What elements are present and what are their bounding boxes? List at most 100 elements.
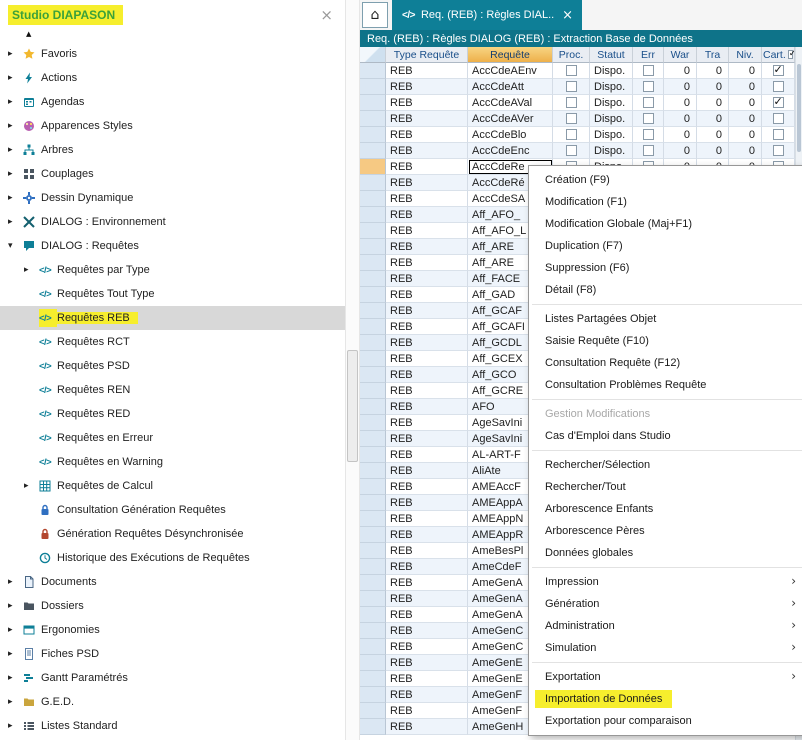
sidebar-item-dessin-dynamique[interactable]: ▸Dessin Dynamique [0, 186, 345, 210]
cell-niv[interactable]: 0 [729, 95, 762, 111]
sidebar-item-dialog-requetes[interactable]: ▾DIALOG : Requêtes [0, 234, 345, 258]
cell-type-requete[interactable]: REB [386, 655, 468, 671]
row-selector[interactable] [360, 399, 386, 415]
cell-type-requete[interactable]: REB [386, 207, 468, 223]
row-selector[interactable] [360, 591, 386, 607]
cell-niv[interactable]: 0 [729, 127, 762, 143]
home-button[interactable]: ⌂ [362, 2, 388, 28]
cell-type-requete[interactable]: REB [386, 287, 468, 303]
sidebar-item-g-e-d[interactable]: ▸G.E.D. [0, 690, 345, 714]
chevron-collapsed-icon[interactable]: ▸ [8, 721, 23, 731]
chevron-collapsed-icon[interactable]: ▸ [8, 73, 23, 83]
cell-type-requete[interactable]: REB [386, 479, 468, 495]
cell-type-requete[interactable]: REB [386, 351, 468, 367]
sidebar-item-gantt-parametres[interactable]: ▸Gantt Paramétrés [0, 666, 345, 690]
cell-type-requete[interactable]: REB [386, 687, 468, 703]
row-selector[interactable] [360, 543, 386, 559]
sidebar-item-generation-requetes-desynchronisee[interactable]: Génération Requêtes Désynchronisée [0, 522, 345, 546]
cell-proc[interactable] [553, 143, 590, 159]
cell-statut[interactable]: Dispo. [590, 111, 633, 127]
cell-type-requete[interactable]: REB [386, 447, 468, 463]
cell-err[interactable] [633, 143, 664, 159]
chevron-collapsed-icon[interactable]: ▸ [8, 193, 23, 203]
cell-type-requete[interactable]: REB [386, 559, 468, 575]
cell-statut[interactable]: Dispo. [590, 95, 633, 111]
menu-item-rechercher-selection[interactable]: Rechercher/Sélection [529, 454, 802, 476]
cart-checkbox[interactable] [773, 81, 784, 92]
cell-war[interactable]: 0 [664, 143, 697, 159]
cell-requete[interactable]: AccCdeAVer [468, 111, 553, 127]
tree-scroll-up-icon[interactable]: ▲ [0, 30, 345, 42]
row-selector[interactable] [360, 223, 386, 239]
cell-type-requete[interactable]: REB [386, 319, 468, 335]
cell-type-requete[interactable]: REB [386, 639, 468, 655]
chevron-collapsed-icon[interactable]: ▸ [8, 217, 23, 227]
row-selector[interactable] [360, 271, 386, 287]
proc-checkbox[interactable] [566, 129, 577, 140]
cell-cart[interactable] [762, 63, 795, 79]
chevron-collapsed-icon[interactable]: ▸ [8, 625, 23, 635]
row-selector[interactable] [360, 191, 386, 207]
cell-type-requete[interactable]: REB [386, 255, 468, 271]
row-selector[interactable] [360, 127, 386, 143]
sidebar-item-requetes-par-type[interactable]: ▸</>Requêtes par Type [0, 258, 345, 282]
column-header-err[interactable]: Err [633, 47, 664, 63]
proc-checkbox[interactable] [566, 65, 577, 76]
cell-war[interactable]: 0 [664, 63, 697, 79]
cell-type-requete[interactable]: REB [386, 63, 468, 79]
menu-item-detail-f8[interactable]: Détail (F8) [529, 279, 802, 301]
proc-checkbox[interactable] [566, 145, 577, 156]
row-selector[interactable] [360, 95, 386, 111]
chevron-collapsed-icon[interactable]: ▸ [8, 169, 23, 179]
cell-niv[interactable]: 0 [729, 111, 762, 127]
cell-err[interactable] [633, 95, 664, 111]
cell-type-requete[interactable]: REB [386, 239, 468, 255]
cell-war[interactable]: 0 [664, 95, 697, 111]
row-selector[interactable] [360, 159, 386, 175]
sidebar-item-ergonomies[interactable]: ▸Ergonomies [0, 618, 345, 642]
column-header-cart[interactable]: Cart. [762, 47, 795, 63]
cell-type-requete[interactable]: REB [386, 367, 468, 383]
tab-close-icon[interactable]: × [562, 8, 573, 23]
cell-type-requete[interactable]: REB [386, 223, 468, 239]
cell-statut[interactable]: Dispo. [590, 79, 633, 95]
menu-item-arborescence-peres[interactable]: Arborescence Pères [529, 520, 802, 542]
cart-checkbox[interactable] [773, 129, 784, 140]
menu-item-duplication-f7[interactable]: Duplication (F7) [529, 235, 802, 257]
column-header-requete[interactable]: Requête [468, 47, 553, 63]
cell-type-requete[interactable]: REB [386, 127, 468, 143]
menu-item-saisie-requete-f10[interactable]: Saisie Requête (F10) [529, 330, 802, 352]
chevron-collapsed-icon[interactable]: ▸ [24, 481, 39, 491]
cell-requete[interactable]: AccCdeBlo [468, 127, 553, 143]
chevron-expanded-icon[interactable]: ▾ [8, 241, 23, 251]
menu-item-creation-f9[interactable]: Création (F9) [529, 169, 802, 191]
cell-tra[interactable]: 0 [697, 127, 729, 143]
cell-type-requete[interactable]: REB [386, 671, 468, 687]
cell-cart[interactable] [762, 111, 795, 127]
cell-statut[interactable]: Dispo. [590, 127, 633, 143]
cell-proc[interactable] [553, 95, 590, 111]
row-selector[interactable] [360, 463, 386, 479]
sidebar-item-requetes-de-calcul[interactable]: ▸Requêtes de Calcul [0, 474, 345, 498]
sidebar-item-historique-des-executions-de-requetes[interactable]: Historique des Exécutions de Requêtes [0, 546, 345, 570]
row-selector[interactable] [360, 607, 386, 623]
row-selector[interactable] [360, 79, 386, 95]
sidebar-item-consultation-generation-requetes[interactable]: Consultation Génération Requêtes [0, 498, 345, 522]
cell-proc[interactable] [553, 111, 590, 127]
cart-checkbox[interactable] [773, 145, 784, 156]
chevron-collapsed-icon[interactable]: ▸ [8, 97, 23, 107]
cell-statut[interactable]: Dispo. [590, 63, 633, 79]
row-selector[interactable] [360, 335, 386, 351]
row-selector[interactable] [360, 527, 386, 543]
menu-item-importation-de-donnees[interactable]: Importation de Données [529, 688, 802, 710]
cell-type-requete[interactable]: REB [386, 463, 468, 479]
grid-corner-cell[interactable] [360, 47, 386, 63]
sidebar-item-agendas[interactable]: ▸Agendas [0, 90, 345, 114]
cell-err[interactable] [633, 111, 664, 127]
row-selector[interactable] [360, 287, 386, 303]
column-header-niv[interactable]: Niv. [729, 47, 762, 63]
menu-item-listes-partagees-objet[interactable]: Listes Partagées Objet [529, 308, 802, 330]
cell-niv[interactable]: 0 [729, 143, 762, 159]
cell-type-requete[interactable]: REB [386, 415, 468, 431]
chevron-collapsed-icon[interactable]: ▸ [8, 49, 23, 59]
